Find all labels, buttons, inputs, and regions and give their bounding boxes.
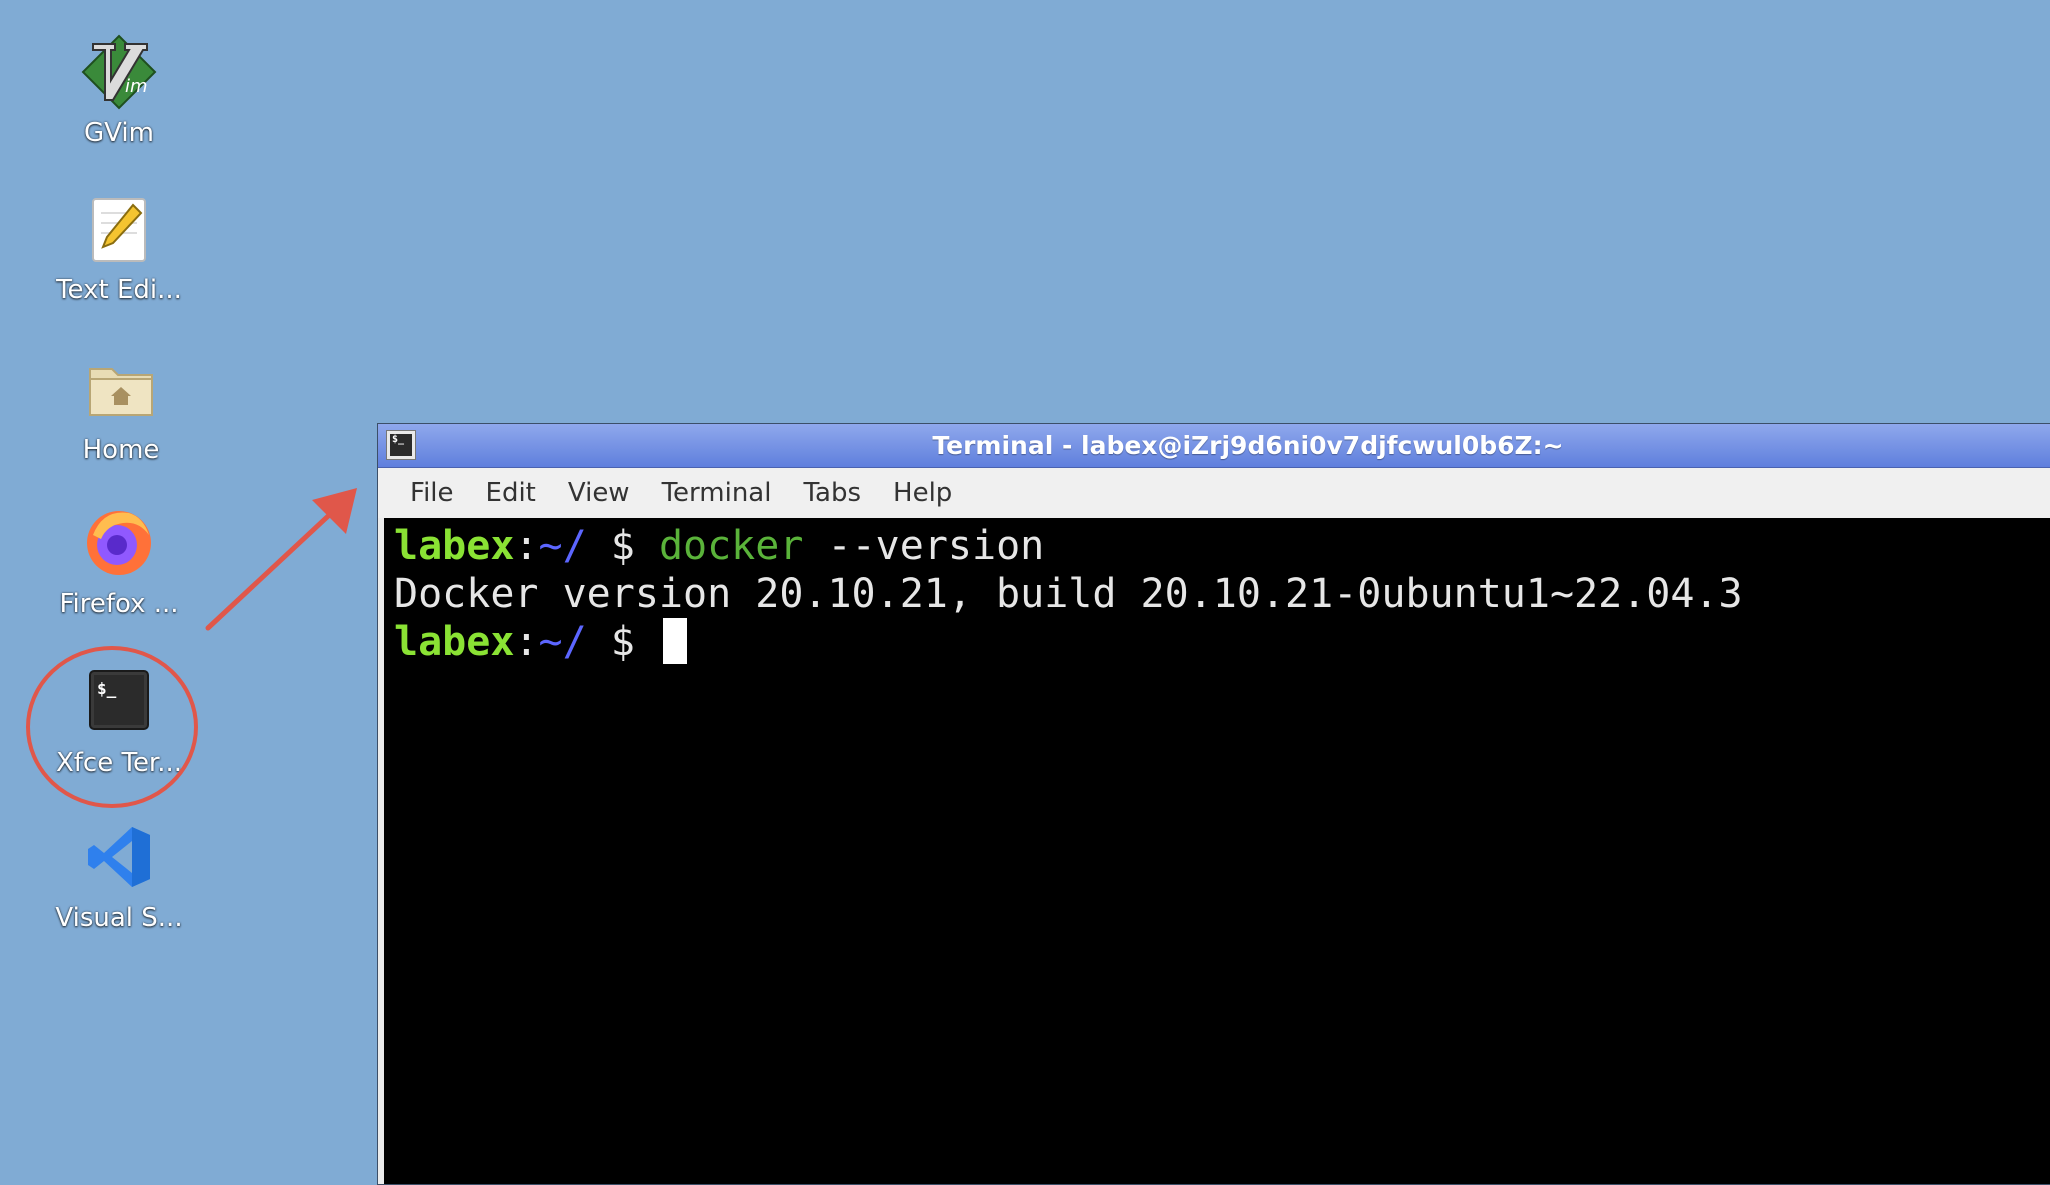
terminal-line: labex:~/ $	[394, 618, 2050, 666]
prompt-path: ~/	[538, 619, 587, 665]
desktop-icon-label: Xfce Ter...	[55, 748, 183, 778]
svg-text:$_: $_	[97, 679, 117, 698]
prompt-path: ~/	[538, 523, 587, 569]
home-folder-icon	[89, 368, 153, 416]
menu-file[interactable]: File	[394, 478, 470, 508]
desktop-icon-label: Firefox ...	[59, 589, 179, 619]
menu-tabs[interactable]: Tabs	[787, 478, 877, 508]
desktop-icon-gvim[interactable]: im GVim	[44, 34, 194, 154]
firefox-icon	[87, 511, 151, 575]
window-title: Terminal - labex@iZrj9d6ni0v7djfcwul0b6Z…	[932, 431, 1564, 460]
menu-bar: File Edit View Terminal Tabs Help	[378, 468, 2050, 518]
terminal-window[interactable]: $_ Terminal - labex@iZrj9d6ni0v7djfcwul0…	[377, 423, 2050, 1185]
terminal-line: labex:~/ $ docker --version	[394, 522, 2050, 570]
prompt-user: labex	[394, 523, 515, 569]
menu-terminal[interactable]: Terminal	[646, 478, 788, 508]
terminal-output[interactable]: labex:~/ $ docker --version Docker versio…	[384, 518, 2050, 1184]
terminal-icon: $_	[89, 670, 149, 730]
window-titlebar[interactable]: $_ Terminal - labex@iZrj9d6ni0v7djfcwul0…	[378, 424, 2050, 468]
pointer-arrow-line	[205, 502, 343, 631]
menu-edit[interactable]: Edit	[470, 478, 552, 508]
pointer-arrow-head	[312, 488, 357, 534]
terminal-line: Docker version 20.10.21, build 20.10.21-…	[394, 570, 2050, 618]
command-name: docker	[658, 523, 804, 569]
command-args: --version	[803, 523, 1045, 569]
desktop-icon-home[interactable]: Home	[46, 355, 196, 475]
menu-help[interactable]: Help	[877, 478, 968, 508]
desktop-icon-label: GVim	[84, 118, 154, 148]
terminal-window-icon[interactable]: $_	[386, 430, 416, 460]
desktop-icon-label: Text Edi...	[56, 275, 182, 305]
prompt-sep: :	[514, 619, 539, 665]
desktop-icon-vscode[interactable]: Visual S...	[44, 825, 194, 945]
prompt-user: labex	[394, 619, 515, 665]
command-output: Docker version 20.10.21, build 20.10.21-…	[394, 571, 1743, 617]
desktop-icon-text-editor[interactable]: Text Edi...	[44, 195, 194, 315]
svg-text:im: im	[125, 76, 148, 97]
gvim-icon: im	[81, 34, 157, 110]
desktop-icon-firefox[interactable]: Firefox ...	[44, 505, 194, 625]
text-editor-icon	[92, 198, 146, 262]
prompt-symbol: $	[586, 619, 659, 665]
desktop-icon-xfce-terminal[interactable]: $_ Xfce Ter...	[44, 670, 194, 790]
menu-view[interactable]: View	[552, 478, 646, 508]
prompt-sep: :	[514, 523, 539, 569]
desktop-icon-label: Home	[82, 435, 160, 465]
prompt-symbol: $	[586, 523, 659, 569]
desktop-icon-label: Visual S...	[55, 903, 183, 933]
vscode-icon	[88, 827, 150, 887]
text-cursor	[662, 618, 687, 664]
